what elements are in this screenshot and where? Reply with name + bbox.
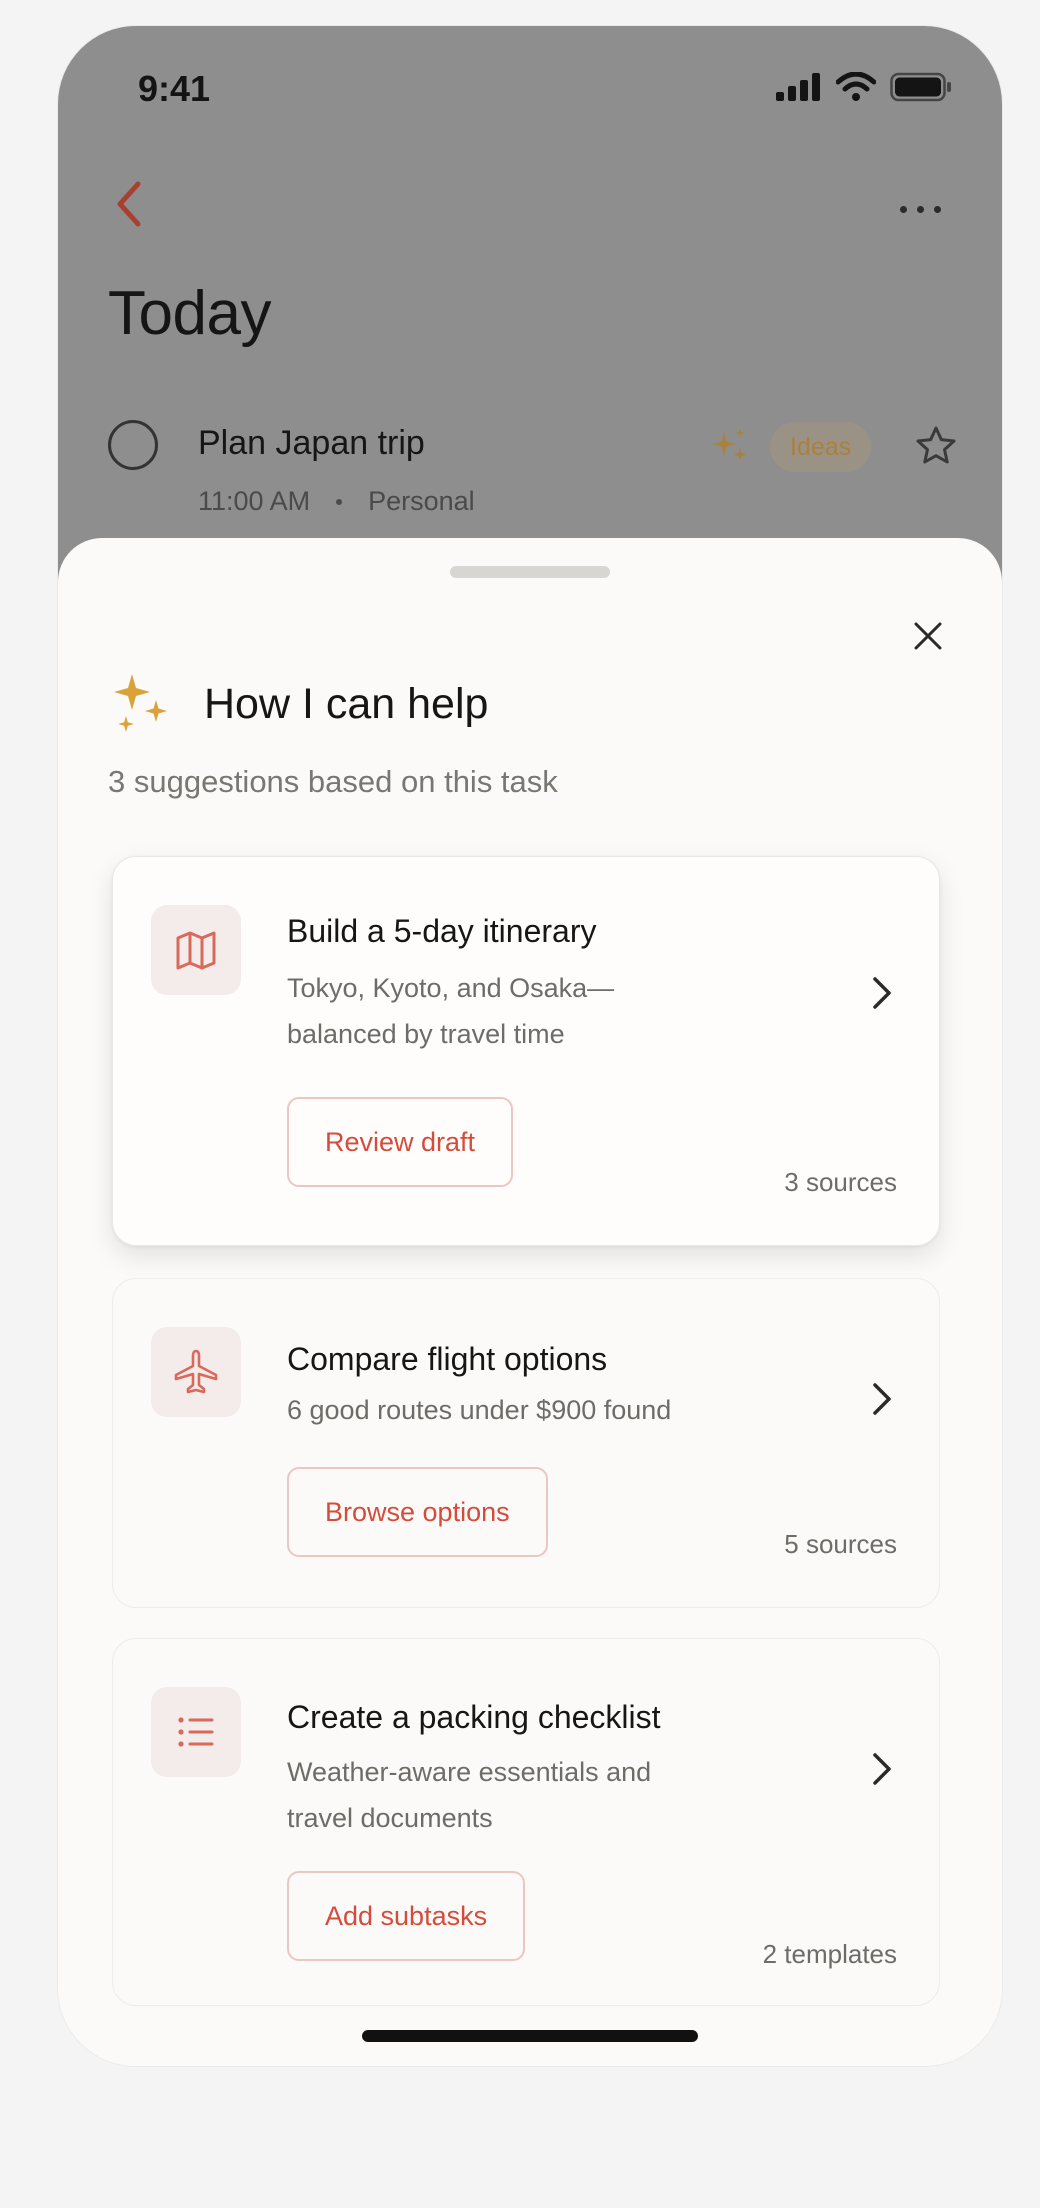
task-meta: 11:00 AM Personal [198,486,475,517]
card-icon-container [151,1687,241,1777]
status-time: 9:41 [138,68,211,109]
task-time: 11:00 AM [198,486,311,516]
separator-dot [336,498,343,505]
task-list-name: Personal [368,486,475,516]
card-source-count: 3 sources [784,1167,897,1197]
review-draft-button[interactable]: Review draft [287,1097,514,1187]
card-description: 6 good routes under $900 found [287,1395,672,1425]
airplane-icon [174,1349,218,1394]
status-icons [776,72,952,102]
suggestion-card-flights[interactable]: Compare flight options 6 good routes und… [112,1278,940,1608]
close-button[interactable] [906,614,950,658]
phone-screen: 9:41 Today Plan Japan trip 11:00 AM Pers… [58,26,1002,2066]
ideas-chip[interactable]: Ideas [770,422,872,472]
page-title: Today [108,279,271,348]
more-dot-icon [899,205,907,213]
suggestions-sheet: How I can help 3 suggestions based on th… [58,538,1002,2066]
more-dot-icon [933,205,941,213]
list-icon [178,1717,214,1747]
suggestion-card-itinerary[interactable]: Build a 5-day itinerary Tokyo, Kyoto, an… [112,856,940,1246]
add-subtasks-button[interactable]: Add subtasks [287,1871,526,1961]
close-icon [914,622,942,650]
battery-icon [890,72,951,102]
more-options-button[interactable] [890,194,950,224]
task-complete-checkbox[interactable] [108,420,158,470]
card-title: Compare flight options [287,1341,608,1377]
chevron-right-icon [873,1753,891,1785]
card-icon-container [151,905,241,995]
card-title: Create a packing checklist [287,1699,661,1735]
card-title: Build a 5-day itinerary [287,913,597,949]
wifi-icon [836,72,876,101]
chevron-left-icon [117,181,141,227]
back-button[interactable] [102,174,162,234]
browse-options-button[interactable]: Browse options [287,1467,548,1557]
more-dot-icon [916,205,924,213]
card-description: Weather-aware essentials and travel docu… [287,1757,652,1833]
cellular-signal-icon [776,73,820,101]
chevron-right-icon [873,1383,891,1415]
card-template-count: 2 templates [762,1939,897,1969]
star-icon[interactable] [914,424,958,468]
sheet-subtitle: 3 suggestions based on this task [108,764,558,799]
home-indicator[interactable] [362,2030,698,2042]
sparkle-icon [114,674,167,732]
sparkle-icon [712,428,747,461]
chevron-right-icon [873,977,891,1009]
map-icon [176,931,216,970]
card-description: Tokyo, Kyoto, and Osaka—balanced by trav… [287,973,615,1049]
suggestion-card-packing[interactable]: Create a packing checklist Weather-aware… [112,1638,940,2006]
sheet-title: How I can help [204,680,489,728]
card-source-count: 5 sources [784,1529,897,1559]
sheet-grabber[interactable] [450,566,610,578]
card-icon-container [151,1327,241,1417]
task-title[interactable]: Plan Japan trip [198,424,425,463]
